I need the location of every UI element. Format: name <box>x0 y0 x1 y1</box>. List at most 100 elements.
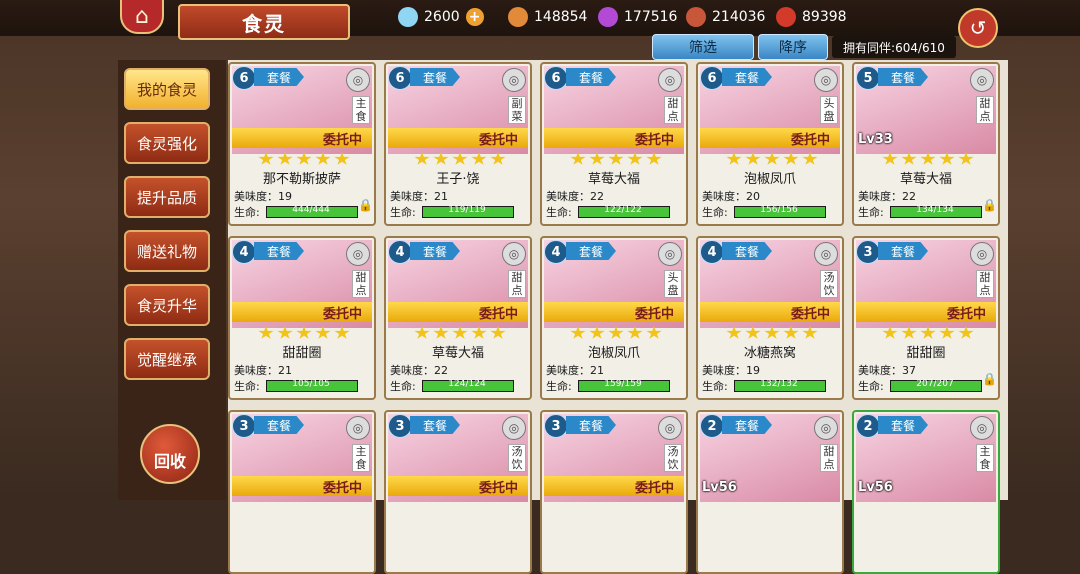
sidebar-item-awaken[interactable]: 觉醒继承 <box>124 338 210 380</box>
combo-tag: 套餐 <box>722 416 772 434</box>
sidebar-item-sublimate[interactable]: 食灵升华 <box>124 284 210 326</box>
category-label: 汤饮 <box>820 270 838 298</box>
sort-button[interactable]: 降序 <box>758 34 828 60</box>
star-icon <box>296 152 312 165</box>
taste-value: 美味度：19 <box>702 364 760 377</box>
task-banner: 委托中 <box>232 302 372 322</box>
spirit-card[interactable]: 6 套餐 ◎ 主食 委托中 那不勒斯披萨 美味度：19 生命: 444/444 … <box>228 62 376 226</box>
category-label: 甜点 <box>820 444 838 472</box>
task-banner: 委托中 <box>388 128 528 148</box>
combo-tag: 套餐 <box>722 68 772 86</box>
category-label: 甜点 <box>352 270 370 298</box>
dish-icon: ◎ <box>658 68 682 92</box>
dish-icon: ◎ <box>658 242 682 266</box>
home-icon: ⌂ <box>135 3 149 29</box>
spirit-card[interactable]: 2 套餐 ◎ 主食 Lv56 生命: 🔒 <box>852 410 1000 574</box>
hp-text: 134/134 <box>916 205 954 215</box>
star-icon <box>296 326 312 339</box>
spirit-card[interactable]: 3 套餐 ◎ 汤饮 委托中 生命: 🔒 <box>540 410 688 574</box>
spirit-card[interactable]: 6 套餐 ◎ 副菜 委托中 王子·饶 美味度：21 生命: 119/119 🔒 <box>384 62 532 226</box>
star-icon <box>490 326 506 339</box>
category-label: 甜点 <box>976 96 994 124</box>
dish-icon: ◎ <box>346 68 370 92</box>
hp-label: 生命: <box>234 380 260 393</box>
spirit-card[interactable]: 5 套餐 ◎ 甜点 Lv33 草莓大福 美味度：22 生命: 134/134 🔒 <box>852 62 1000 226</box>
sidebar-item-enhance[interactable]: 食灵强化 <box>124 122 210 164</box>
combo-tag: 套餐 <box>566 416 616 434</box>
sidebar-item-quality[interactable]: 提升品质 <box>124 176 210 218</box>
home-button[interactable]: ⌂ <box>120 0 164 34</box>
hp-label: 生命: <box>234 206 260 219</box>
star-icon <box>646 152 662 165</box>
rank-badge: 4 <box>544 240 568 264</box>
spirit-card[interactable]: 3 套餐 ◎ 主食 委托中 生命: 🔒 <box>228 410 376 574</box>
combo-tag: 套餐 <box>254 68 304 86</box>
category-label: 甜点 <box>976 270 994 298</box>
dish-icon: ◎ <box>970 242 994 266</box>
star-icon <box>589 326 605 339</box>
dish-icon: ◎ <box>970 416 994 440</box>
rank-badge: 3 <box>232 414 256 438</box>
filter-button[interactable]: 筛选 <box>652 34 754 60</box>
dish-icon: ◎ <box>814 242 838 266</box>
lock-icon: 🔒 <box>982 198 997 212</box>
star-icon <box>414 326 430 339</box>
star-icon <box>471 152 487 165</box>
hp-label: 生命: <box>702 380 728 393</box>
spirit-card[interactable]: 6 套餐 ◎ 头盘 委托中 泡椒凤爪 美味度：20 生命: 156/156 🔒 <box>696 62 844 226</box>
star-icon <box>958 152 974 165</box>
star-icon <box>490 152 506 165</box>
taste-value: 美味度：37 <box>858 364 916 377</box>
rank-badge: 4 <box>232 240 256 264</box>
sidebar-item-my-spirits[interactable]: 我的食灵 <box>124 68 210 110</box>
spirit-card[interactable]: 4 套餐 ◎ 汤饮 委托中 冰糖燕窝 美味度：19 生命: 132/132 🔒 <box>696 236 844 400</box>
star-icon <box>745 152 761 165</box>
category-label: 甜点 <box>508 270 526 298</box>
spirit-card[interactable]: 6 套餐 ◎ 甜点 委托中 草莓大福 美味度：22 生命: 122/122 🔒 <box>540 62 688 226</box>
category-label: 头盘 <box>664 270 682 298</box>
star-icon <box>608 326 624 339</box>
dish-icon: ◎ <box>970 68 994 92</box>
star-icon <box>334 326 350 339</box>
spirit-card[interactable]: 3 套餐 ◎ 甜点 委托中 甜甜圈 美味度：37 生命: 207/207 🔒 <box>852 236 1000 400</box>
category-label: 汤饮 <box>664 444 682 472</box>
star-icon <box>608 152 624 165</box>
rank-badge: 4 <box>388 240 412 264</box>
spirit-name: 那不勒斯披萨 <box>262 172 341 187</box>
star-rating <box>258 326 350 340</box>
star-icon <box>783 326 799 339</box>
category-label: 主食 <box>976 444 994 472</box>
spirit-name: 冰糖燕窝 <box>743 346 796 361</box>
recycle-button[interactable]: 回收 <box>140 424 202 494</box>
back-button[interactable]: ↺ <box>958 8 998 48</box>
spirit-card[interactable]: 3 套餐 ◎ 汤饮 委托中 生命: 🔒 <box>384 410 532 574</box>
star-icon <box>939 326 955 339</box>
spirit-card[interactable]: 4 套餐 ◎ 甜点 委托中 甜甜圈 美味度：21 生命: 105/105 🔒 <box>228 236 376 400</box>
spirit-name: 王子·饶 <box>436 172 480 187</box>
dish-icon: ◎ <box>502 242 526 266</box>
star-icon <box>920 152 936 165</box>
sidebar-item-gift[interactable]: 赠送礼物 <box>124 230 210 272</box>
hp-label: 生命: <box>702 206 728 219</box>
resource-crystal: 177516 <box>598 6 677 28</box>
star-rating <box>726 326 818 340</box>
spirit-card[interactable]: 4 套餐 ◎ 头盘 委托中 泡椒凤爪 美味度：21 生命: 159/159 🔒 <box>540 236 688 400</box>
spirit-name: 草莓大福 <box>899 172 952 187</box>
lock-icon: 🔒 <box>982 372 997 386</box>
star-rating <box>882 326 974 340</box>
category-label: 头盘 <box>820 96 838 124</box>
owned-count: 拥有同伴:604/610 <box>832 36 956 58</box>
star-icon <box>452 326 468 339</box>
dish-icon: ◎ <box>502 68 526 92</box>
dish-icon: ◎ <box>814 68 838 92</box>
star-icon <box>745 326 761 339</box>
resource-meat: 214036 <box>686 6 765 28</box>
combo-tag: 套餐 <box>722 242 772 260</box>
spirit-name: 甜甜圈 <box>906 346 946 361</box>
spirit-card[interactable]: 4 套餐 ◎ 甜点 委托中 草莓大福 美味度：22 生命: 124/124 🔒 <box>384 236 532 400</box>
taste-value: 美味度：22 <box>390 364 448 377</box>
add-diamond-button[interactable]: + <box>465 8 484 26</box>
task-banner: 委托中 <box>544 302 684 322</box>
spirit-card[interactable]: 2 套餐 ◎ 甜点 Lv56 生命: 🔒 <box>696 410 844 574</box>
spirit-name: 草莓大福 <box>587 172 640 187</box>
